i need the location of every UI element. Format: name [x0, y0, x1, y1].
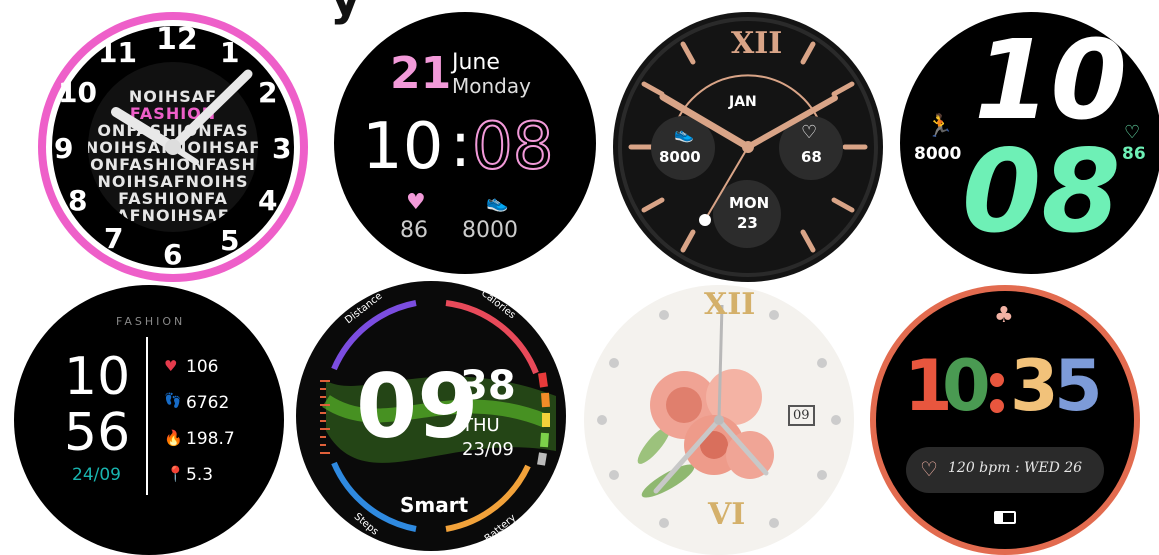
date-weekday: Monday	[452, 74, 531, 98]
brand-label: Smart	[400, 493, 469, 517]
heart-rate-value: 106	[186, 357, 219, 377]
time-colon	[990, 373, 1004, 387]
date-day: 21	[390, 48, 452, 99]
watch-face-fashion-minimal[interactable]: FASHION 10 56 24/09 ♥ 106 👣 6762 🔥 198.7…	[14, 285, 284, 555]
date-label: 24/09	[72, 465, 121, 485]
weekday-label: THU	[462, 415, 500, 436]
divider	[146, 337, 148, 495]
date-month: June	[452, 50, 500, 75]
time-hour: 10	[362, 110, 444, 184]
watch-face-pink-digital[interactable]: 21 June Monday 10 : 08 ♥ 👟 86 8000	[334, 12, 596, 274]
heart-rate-value: 86	[1122, 144, 1146, 164]
location-pin-icon: 📍	[166, 465, 185, 483]
pill-text: 120 bpm : WED 26	[948, 460, 1083, 476]
watch-face-fashion-analog[interactable]: NOIHSAF FASHION ONFASHIONFAS NOIHSAFNOIH…	[38, 12, 308, 282]
time-colon: :	[450, 108, 471, 181]
calories-value: 198.7	[186, 429, 235, 449]
flame-icon: 🔥	[164, 429, 183, 447]
info-pill: ♡ 120 bpm : WED 26	[906, 447, 1104, 493]
battery-icon	[994, 511, 1016, 524]
roman-numeral-12: XII	[704, 287, 756, 322]
time-colon-dot	[990, 399, 1004, 413]
time-digit-2: 0	[942, 345, 991, 427]
club-icon: ♣	[994, 303, 1014, 328]
distance-value: 5.3	[186, 465, 214, 485]
footsteps-icon: 👣	[164, 393, 182, 409]
watch-face-rosegold-analog[interactable]: XII JAN 👟 8000 ♡ 68 MON 23	[613, 12, 883, 282]
heart-icon: ♥	[406, 190, 426, 215]
time-hour: 10	[64, 347, 131, 407]
steps-value: 8000	[914, 144, 962, 164]
date-window: 09	[788, 405, 815, 426]
clock-hands	[111, 69, 253, 165]
time-digit-4: 5	[1054, 345, 1103, 427]
page-title-fragment: y	[330, 0, 361, 26]
roman-numeral-6: VI	[708, 497, 746, 532]
watch-face-floral-analog[interactable]: XII VI 09	[584, 285, 854, 555]
brand-label: FASHION	[116, 315, 186, 328]
clock-hands	[659, 93, 838, 226]
date-label: 23/09	[462, 439, 514, 460]
time-minute: 08	[471, 109, 554, 185]
heart-icon: ♥	[164, 357, 178, 375]
watch-face-mint-digital[interactable]: 10 08 🏃 8000 ♡ 86	[900, 12, 1159, 274]
steps-value: 8000	[462, 218, 518, 243]
time-minute: 56	[64, 403, 131, 463]
heart-rate-value: 86	[400, 218, 428, 243]
heartbeat-icon: ♡	[920, 457, 938, 481]
watch-face-colorful-digital[interactable]: ♣ 1 0 3 5 ♡ 120 bpm : WED 26	[870, 285, 1140, 555]
time-hour: 10	[974, 16, 1128, 144]
heart-icon: ♡	[1124, 122, 1141, 143]
running-icon: 🏃	[926, 114, 954, 139]
shoe-icon: 👟	[486, 192, 509, 213]
time-minute: 08	[962, 125, 1121, 258]
time-digit-3: 3	[1010, 345, 1059, 427]
watch-face-smart-sport[interactable]: Distance Calories Steps Battery 09 38 TH…	[296, 281, 566, 551]
time-minute: 38	[460, 363, 516, 409]
steps-value: 6762	[186, 393, 230, 413]
